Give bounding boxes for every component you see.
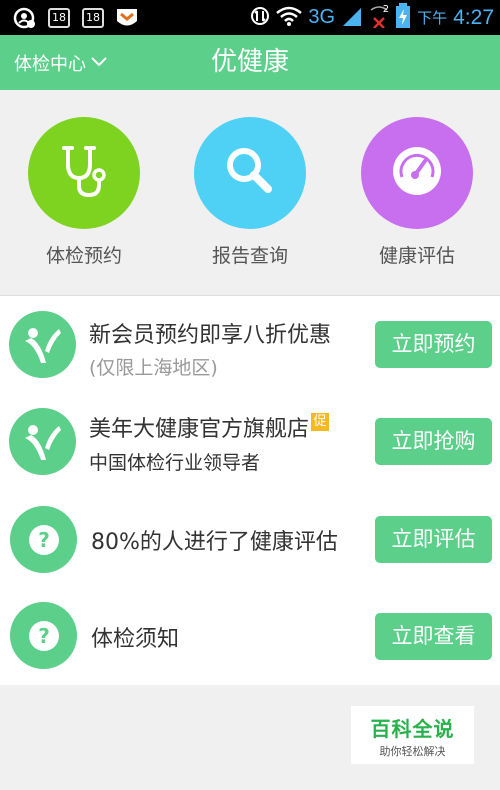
- list-item: ? 体检须知 立即查看: [0, 588, 500, 685]
- svg-text:?: ?: [38, 528, 50, 552]
- person-icon: [9, 311, 76, 378]
- status-bar: 18 18 3G 2 下午 4:27: [0, 0, 500, 35]
- list-item-title: 美年大健康官方旗舰店: [89, 417, 310, 442]
- quick-action-circle: [28, 117, 140, 229]
- sim-badge-2: 18: [82, 7, 104, 28]
- quick-action-health-assessment[interactable]: 健康评估: [347, 117, 487, 268]
- gauge-icon: [389, 143, 445, 203]
- quick-action-circle: [194, 117, 306, 229]
- app-notification-icon: [114, 7, 140, 29]
- assess-now-button[interactable]: 立即评估: [375, 516, 492, 563]
- wifi-icon: [276, 6, 303, 30]
- promo-badge: 促: [311, 413, 330, 431]
- quick-action-label: 健康评估: [378, 245, 455, 267]
- center-selector[interactable]: 体检中心: [14, 35, 108, 90]
- quick-actions: 体检预约 报告查询 健康评估: [0, 90, 500, 296]
- list-item-title: 新会员预约即享八折优惠: [89, 323, 332, 348]
- svg-text:?: ?: [38, 624, 50, 648]
- user-sync-icon: [12, 7, 38, 29]
- center-selector-label: 体检中心: [14, 53, 86, 75]
- sim-18-icon-2: 18: [80, 7, 106, 29]
- quick-action-checkup-booking[interactable]: 体检预约: [14, 117, 154, 268]
- clock: 4:27: [453, 5, 494, 29]
- promo-list: 新会员预约即享八折优惠 (仅限上海地区) 立即预约 美年大健康官方旗舰店促 中国…: [0, 296, 500, 685]
- list-item-title-wrap: 美年大健康官方旗舰店促: [89, 411, 330, 443]
- quick-action-label: 体检预约: [45, 245, 122, 267]
- quick-action-circle: [361, 117, 473, 229]
- person-icon: [9, 408, 76, 475]
- list-item-subtitle: 中国体检行业领导者: [89, 452, 261, 474]
- question-icon: ?: [10, 506, 77, 573]
- network-type: 3G: [308, 6, 336, 28]
- list-item: ? 80%的人进行了健康评估 立即评估: [0, 490, 500, 587]
- no-sim-signal-icon: 2: [369, 4, 389, 32]
- list-item-title: 体检须知: [91, 627, 180, 652]
- signal-sub-label: 2: [382, 3, 390, 15]
- signal-icon: [341, 5, 363, 31]
- chevron-down-icon: [90, 52, 108, 73]
- list-item-subtitle: (仅限上海地区): [89, 357, 218, 379]
- list-item: 新会员预约即享八折优惠 (仅限上海地区) 立即预约: [0, 296, 500, 393]
- app-header: 优健康 体检中心: [0, 35, 500, 90]
- list-item-title: 80%的人进行了健康评估: [91, 530, 338, 555]
- watermark-subtitle: 助你轻松解决: [379, 745, 446, 758]
- watermark-logo: 百科全说 助你轻松解决: [351, 706, 474, 764]
- sim-18-icon: 18: [46, 7, 72, 29]
- buy-now-button[interactable]: 立即抢购: [375, 418, 492, 465]
- quick-action-label: 报告查询: [211, 245, 288, 267]
- quick-action-report-query[interactable]: 报告查询: [180, 117, 320, 268]
- list-item: 美年大健康官方旗舰店促 中国体检行业领导者 立即抢购: [0, 393, 500, 490]
- question-icon: ?: [10, 602, 77, 669]
- battery-charging-icon: [395, 2, 411, 33]
- search-icon: [222, 143, 278, 203]
- stethoscope-icon: [53, 140, 115, 206]
- sim-badge-1: 18: [48, 7, 70, 28]
- book-now-button[interactable]: 立即预约: [375, 321, 492, 368]
- view-now-button[interactable]: 立即查看: [375, 613, 492, 660]
- status-right-icons: 3G 2 下午 4:27: [250, 0, 494, 35]
- status-left-icons: 18 18: [12, 5, 140, 30]
- data-transfer-icon: [250, 5, 270, 31]
- watermark-title: 百科全说: [370, 717, 455, 741]
- time-ampm: 下午: [417, 9, 448, 27]
